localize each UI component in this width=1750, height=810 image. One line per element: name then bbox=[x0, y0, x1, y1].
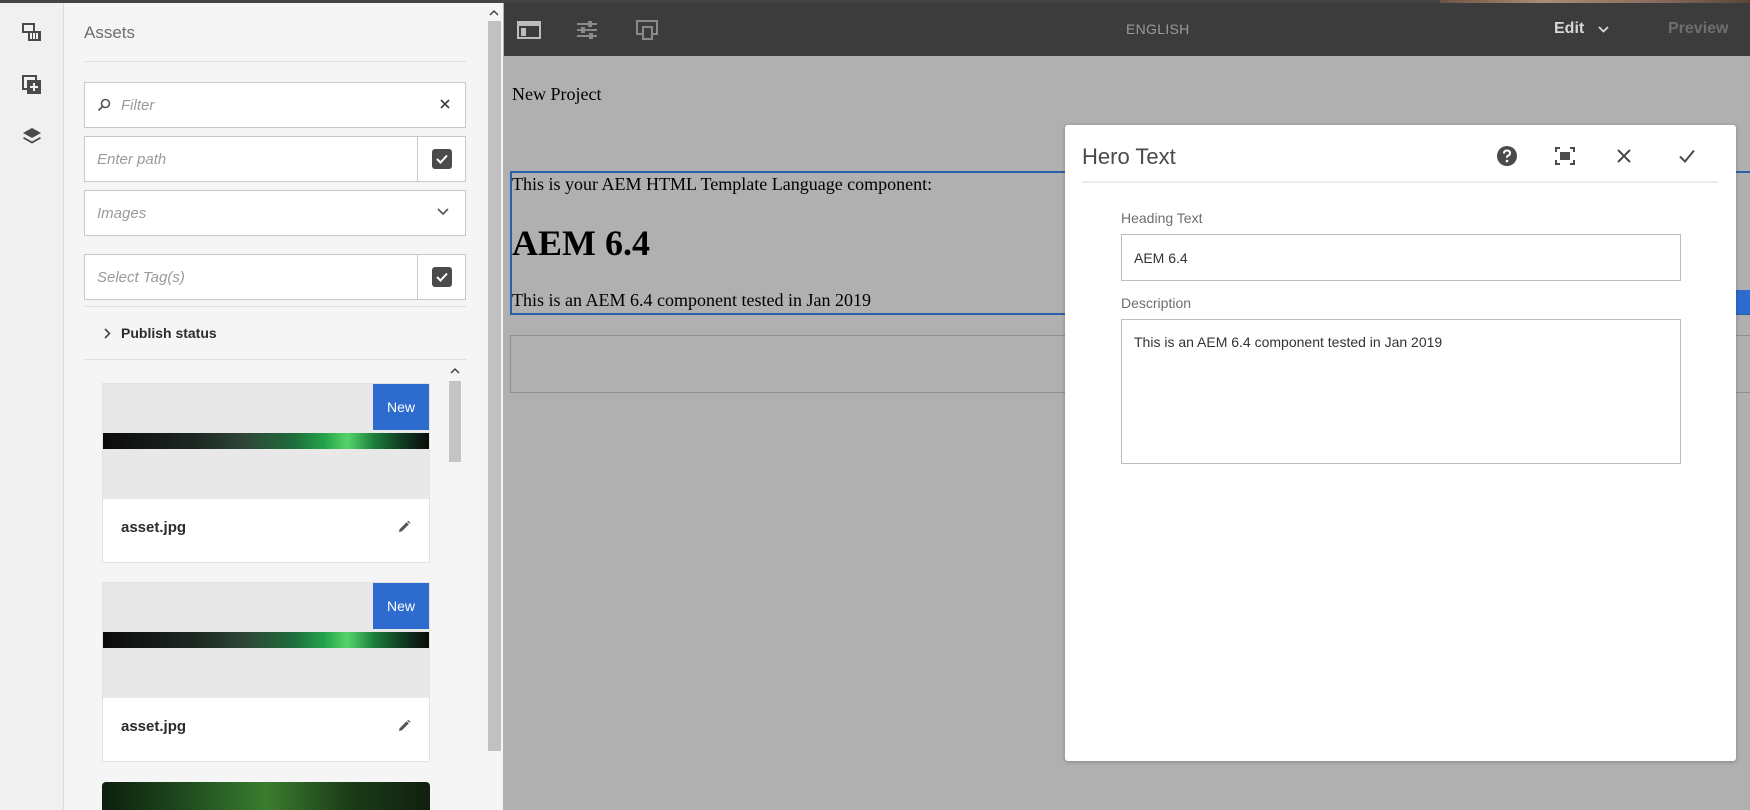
search-icon bbox=[97, 98, 111, 112]
path-placeholder: Enter path bbox=[97, 150, 167, 168]
tags-placeholder: Select Tag(s) bbox=[97, 268, 185, 286]
done-icon[interactable] bbox=[1673, 142, 1701, 170]
close-icon[interactable] bbox=[1610, 142, 1638, 170]
publish-status-toggle[interactable]: Publish status bbox=[104, 325, 217, 341]
thumbnail-image bbox=[103, 632, 429, 648]
dialog-title: Hero Text bbox=[1082, 144, 1176, 169]
asset-card[interactable]: New asset.jpg bbox=[102, 383, 430, 563]
asset-type-value: Images bbox=[97, 204, 147, 222]
hero-text-dialog: Hero Text Heading Text AEM 6.4 Descripti… bbox=[1065, 125, 1736, 761]
assets-panel: Assets Filter Enter path Images Select T… bbox=[64, 3, 503, 810]
panel-title: Assets bbox=[84, 23, 136, 42]
divider bbox=[84, 359, 466, 360]
language-label: ENGLISH bbox=[1126, 21, 1190, 37]
side-rail bbox=[0, 3, 64, 810]
divider bbox=[84, 306, 466, 307]
thumbnail-image bbox=[103, 433, 429, 449]
heading-text-label: Heading Text bbox=[1121, 210, 1203, 226]
component-intro-text: This is your AEM HTML Template Language … bbox=[512, 174, 933, 194]
asset-list: New asset.jpg New asset.jpg bbox=[84, 364, 446, 810]
dialog-divider bbox=[1082, 181, 1718, 183]
mode-label: Edit bbox=[1554, 20, 1585, 37]
asset-card-partial[interactable] bbox=[102, 782, 430, 810]
pencil-icon[interactable] bbox=[397, 520, 411, 534]
chevron-up-icon bbox=[450, 367, 460, 374]
checkbox-icon bbox=[431, 149, 452, 169]
emulator-icon[interactable] bbox=[634, 17, 660, 43]
clear-icon[interactable] bbox=[439, 98, 451, 110]
help-icon[interactable] bbox=[1493, 142, 1521, 170]
publish-status-label: Publish status bbox=[121, 325, 217, 341]
assets-icon[interactable] bbox=[16, 17, 48, 49]
page-title: New Project bbox=[512, 84, 602, 104]
filter-placeholder: Filter bbox=[121, 96, 155, 114]
chevron-right-icon bbox=[104, 327, 111, 339]
asset-thumbnail: New bbox=[103, 384, 429, 499]
checkbox-icon bbox=[431, 267, 452, 287]
mode-selector[interactable]: Edit bbox=[1554, 20, 1609, 38]
page-properties-icon[interactable] bbox=[574, 17, 600, 43]
description-label: Description bbox=[1121, 295, 1192, 311]
asset-name: asset.jpg bbox=[121, 718, 187, 735]
component-heading: AEM 6.4 bbox=[512, 223, 650, 263]
toggle-side-panel-icon[interactable] bbox=[516, 17, 542, 43]
layers-icon[interactable] bbox=[16, 121, 48, 153]
chevron-up-icon bbox=[489, 9, 499, 16]
new-badge: New bbox=[373, 384, 429, 430]
filter-input[interactable]: Filter bbox=[84, 82, 466, 128]
tags-field[interactable]: Select Tag(s) bbox=[84, 254, 466, 300]
panel-scroll-thumb[interactable] bbox=[488, 21, 501, 751]
editor-toolbar: ENGLISH Edit Preview bbox=[504, 3, 1750, 56]
asset-type-select[interactable]: Images bbox=[84, 190, 466, 236]
description-textarea[interactable]: This is an AEM 6.4 component tested in J… bbox=[1121, 319, 1681, 464]
chevron-down-icon bbox=[1598, 25, 1609, 33]
preview-button[interactable]: Preview bbox=[1668, 20, 1728, 38]
fullscreen-icon[interactable] bbox=[1551, 142, 1579, 170]
asset-list-scroll-thumb[interactable] bbox=[449, 381, 461, 462]
asset-thumbnail: New bbox=[103, 583, 429, 698]
component-description: This is an AEM 6.4 component tested in J… bbox=[512, 290, 871, 310]
path-browse-button[interactable] bbox=[417, 137, 465, 181]
add-component-icon[interactable] bbox=[16, 69, 48, 101]
heading-text-input[interactable]: AEM 6.4 bbox=[1121, 234, 1681, 281]
chevron-down-icon bbox=[437, 208, 449, 216]
path-field[interactable]: Enter path bbox=[84, 136, 466, 182]
pencil-icon[interactable] bbox=[397, 719, 411, 733]
asset-card[interactable]: New asset.jpg bbox=[102, 582, 430, 762]
tags-browse-button[interactable] bbox=[417, 255, 465, 299]
asset-name: asset.jpg bbox=[121, 519, 187, 536]
component-toolbar-edge[interactable] bbox=[1736, 290, 1750, 314]
divider bbox=[84, 61, 466, 62]
new-badge: New bbox=[373, 583, 429, 629]
